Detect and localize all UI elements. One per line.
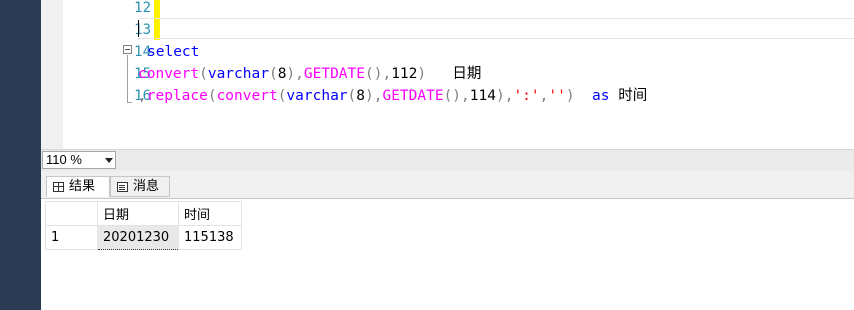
collapse-region-icon[interactable] — [123, 45, 132, 54]
row-number[interactable]: 1 — [45, 225, 98, 250]
code-token: , — [382, 66, 392, 82]
grid-icon — [53, 182, 64, 192]
chevron-down-icon[interactable] — [105, 158, 113, 163]
code-line-convert[interactable]: convert(varchar(8),GETDATE(),112) 日期 — [138, 63, 481, 85]
code-token: GETDATE — [303, 66, 365, 82]
tab-messages[interactable]: 消息 — [110, 176, 170, 197]
column-header-date[interactable]: 日期 — [97, 201, 179, 226]
code-token: ( — [268, 66, 278, 82]
code-token: () — [365, 66, 383, 82]
code-token: , — [138, 88, 147, 104]
code-token: varchar — [207, 66, 269, 82]
grid-cell[interactable]: 20201230 — [97, 225, 179, 250]
code-line-replace[interactable]: ,replace(convert(varchar(8),GETDATE(),11… — [138, 85, 647, 107]
fold-guide-line — [127, 55, 128, 103]
code-token: convert — [138, 66, 200, 82]
code-token: , — [461, 88, 470, 104]
line-number: 12 — [134, 0, 151, 16]
code-token: as — [574, 88, 619, 104]
code-token: ) — [286, 66, 296, 82]
code-token: ( — [347, 88, 357, 104]
editor-margin — [41, 0, 63, 149]
zoom-bar: 110 % — [41, 149, 854, 171]
zoom-dropdown[interactable]: 110 % — [42, 151, 116, 169]
code-token: select — [147, 44, 200, 60]
grid-corner[interactable] — [45, 201, 98, 226]
column-header-time[interactable]: 时间 — [178, 201, 242, 226]
code-token: 8 — [356, 88, 365, 104]
results-tab-bar: 结果 消息 — [41, 171, 854, 198]
line-number: 14 — [134, 44, 151, 60]
grid-cell[interactable]: 115138 — [178, 225, 242, 250]
code-token: ) — [417, 66, 427, 82]
code-token: 时间 — [618, 88, 648, 104]
query-editor[interactable]: 12 13 14 15 16 select convert(varchar(8)… — [41, 0, 854, 149]
code-token: ( — [207, 88, 217, 104]
table-row: 1 20201230 115138 — [45, 225, 242, 250]
left-side-panel — [0, 0, 41, 310]
tab-messages-label: 消息 — [133, 179, 160, 194]
messages-icon — [117, 182, 128, 192]
code-token: 114 — [469, 88, 496, 104]
code-line-select[interactable]: select — [147, 41, 199, 63]
code-token: convert — [216, 88, 278, 104]
tab-results[interactable]: 结果 — [46, 176, 110, 197]
fold-guide-end — [127, 102, 132, 103]
code-token: ':' — [513, 88, 540, 104]
code-token: ) — [495, 88, 505, 104]
grid-header-row: 日期 时间 — [45, 201, 242, 226]
code-token: GETDATE — [382, 88, 444, 104]
code-token: replace — [146, 88, 208, 104]
code-token: ) — [565, 88, 575, 104]
code-token: varchar — [286, 88, 348, 104]
code-token: () — [443, 88, 462, 104]
results-pane: 日期 时间 1 20201230 115138 — [41, 198, 854, 310]
code-token: ) — [365, 88, 374, 104]
code-token: ( — [199, 66, 208, 82]
tab-results-label: 结果 — [69, 179, 96, 194]
zoom-value: 110 % — [46, 152, 82, 167]
code-token: , — [295, 66, 304, 82]
current-line-highlight — [138, 18, 854, 39]
code-token: 日期 — [426, 66, 482, 82]
text-caret — [138, 20, 139, 37]
code-token: '' — [548, 88, 566, 104]
results-grid: 日期 时间 1 20201230 115138 — [45, 201, 242, 250]
code-token: 112 — [391, 66, 418, 82]
